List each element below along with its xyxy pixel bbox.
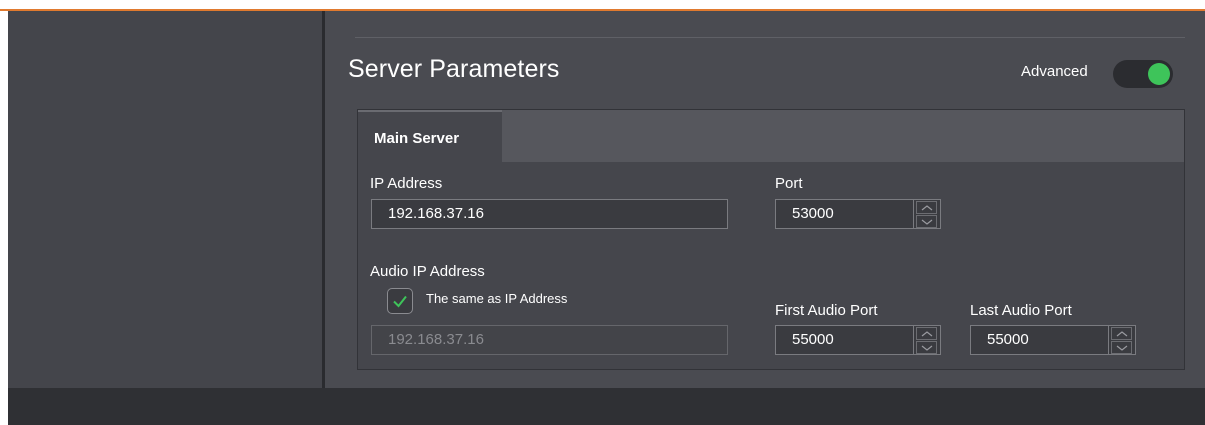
ip-address-input[interactable]: 192.168.37.16 <box>371 199 728 229</box>
chevron-up-icon <box>921 205 933 211</box>
last-audio-port-decrement-button[interactable] <box>1111 341 1132 354</box>
first-audio-port-stepper[interactable]: 55000 <box>775 325 941 355</box>
last-audio-port-arrows <box>1109 325 1136 355</box>
first-audio-port-label: First Audio Port <box>775 302 878 319</box>
sidebar <box>8 11 322 388</box>
chevron-up-icon <box>1116 331 1128 337</box>
port-label: Port <box>775 175 803 192</box>
port-input[interactable]: 53000 <box>775 199 914 229</box>
last-audio-port-stepper[interactable]: 55000 <box>970 325 1136 355</box>
last-audio-port-input[interactable]: 55000 <box>970 325 1109 355</box>
port-increment-button[interactable] <box>916 201 937 214</box>
chevron-down-icon <box>921 219 933 225</box>
checkmark-icon <box>393 295 407 308</box>
advanced-toggle[interactable] <box>1113 60 1173 88</box>
tab-label: Main Server <box>374 130 460 147</box>
first-audio-port-input[interactable]: 55000 <box>775 325 914 355</box>
last-audio-port-increment-button[interactable] <box>1111 327 1132 340</box>
first-audio-port-increment-button[interactable] <box>916 327 937 340</box>
page-title: Server Parameters <box>348 55 560 83</box>
last-audio-port-label: Last Audio Port <box>970 302 1072 319</box>
audio-ip-label: Audio IP Address <box>370 263 485 280</box>
first-audio-port-decrement-button[interactable] <box>916 341 937 354</box>
chevron-down-icon <box>921 345 933 351</box>
same-as-ip-checkbox[interactable] <box>387 288 413 314</box>
advanced-label: Advanced <box>1021 63 1088 80</box>
port-stepper-arrows <box>914 199 941 229</box>
section-divider <box>355 37 1185 38</box>
first-audio-port-arrows <box>914 325 941 355</box>
chevron-up-icon <box>921 331 933 337</box>
toggle-switch-icon <box>1148 63 1170 85</box>
port-decrement-button[interactable] <box>916 215 937 228</box>
chevron-down-icon <box>1116 345 1128 351</box>
bottom-bar <box>8 388 1205 425</box>
same-as-ip-label: The same as IP Address <box>426 291 568 306</box>
top-accent-bar <box>0 0 1205 11</box>
audio-ip-input: 192.168.37.16 <box>371 325 728 355</box>
port-stepper[interactable]: 53000 <box>775 199 941 229</box>
tab-strip: Main Server <box>358 110 1184 162</box>
ip-address-label: IP Address <box>370 175 443 192</box>
tab-main-server[interactable]: Main Server <box>358 110 502 162</box>
